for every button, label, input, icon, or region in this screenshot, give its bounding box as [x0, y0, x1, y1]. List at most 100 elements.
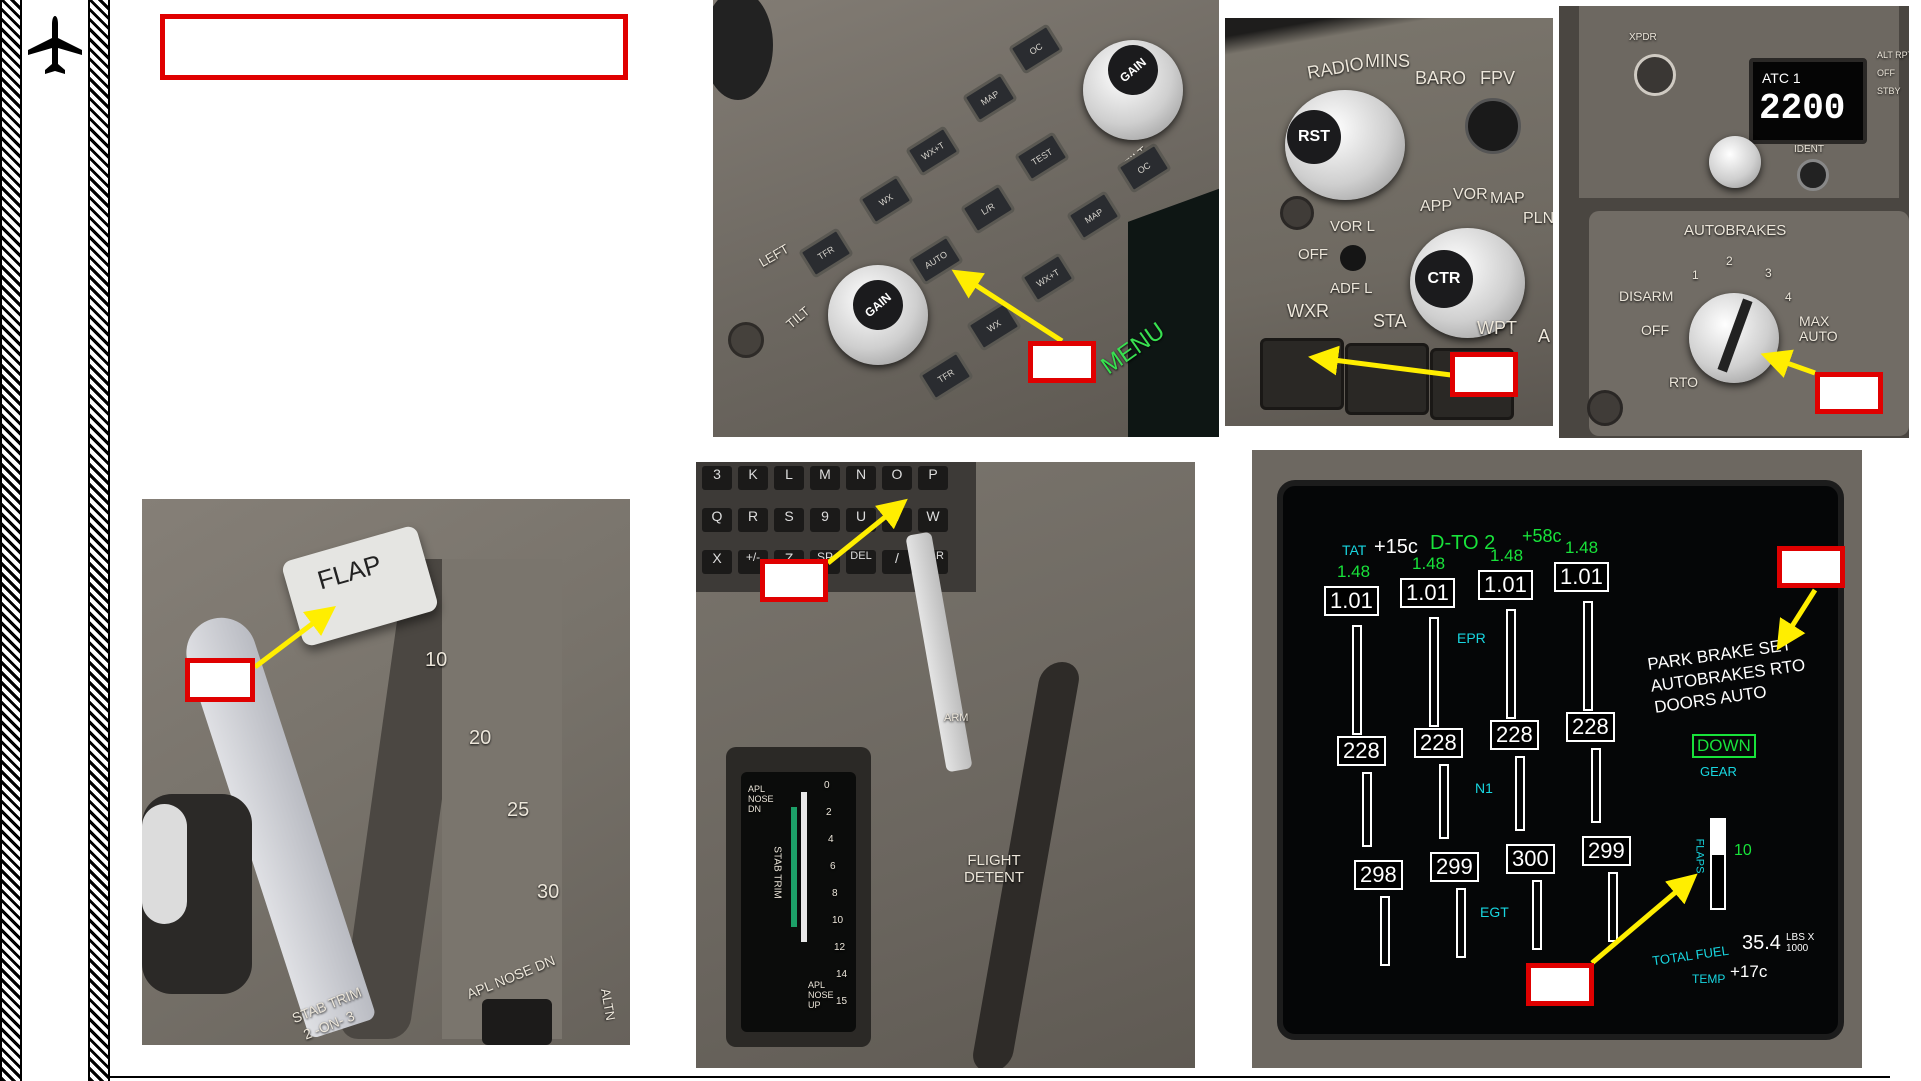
- speedbrake-arm-label: ARM: [944, 712, 969, 724]
- efis-mins-label: MINS: [1365, 51, 1410, 71]
- radar-button-oc-left[interactable]: OC: [1008, 23, 1064, 75]
- cdu-key[interactable]: U: [846, 508, 876, 532]
- radar-button-tfr-right[interactable]: TFR: [918, 350, 974, 402]
- speedbrake-panel-photo: 3 K L M N O P Q R S 9 U V W X +/- Z SP D…: [696, 462, 1195, 1068]
- radar-button-wxt-left[interactable]: WX+T: [905, 125, 961, 177]
- gear-label: GEAR: [1700, 764, 1737, 779]
- xpdr-switch[interactable]: [1634, 54, 1676, 96]
- radar-button-oc-right[interactable]: OC: [1116, 142, 1172, 194]
- flaps-indicator: [1710, 818, 1726, 910]
- eicas-mode: D-TO 2: [1430, 532, 1496, 554]
- epr-value-1: 1.01: [1324, 586, 1379, 616]
- cdu-key[interactable]: M: [810, 466, 840, 490]
- egt-value-4: 299: [1582, 836, 1631, 866]
- stab-scale-14: 14: [836, 969, 848, 980]
- radar-button-test[interactable]: TEST: [1014, 131, 1070, 183]
- bottom-rule: [110, 1076, 1890, 1078]
- efis-off-label: OFF: [1298, 246, 1328, 263]
- epr-bar-2: [1429, 617, 1439, 727]
- efis-wxr-button[interactable]: [1260, 338, 1344, 410]
- cdu-key[interactable]: P: [918, 466, 948, 490]
- callout-eicas-status: [1777, 546, 1845, 588]
- apl-nose-up-ind-label: APL NOSE UP: [808, 980, 834, 1010]
- efis-rst-button[interactable]: RST: [1287, 110, 1341, 164]
- radar-button-wxt-right[interactable]: WX+T: [1020, 252, 1076, 304]
- ident-button[interactable]: [1797, 159, 1829, 191]
- left-hatch-border: [0, 0, 22, 1081]
- radar-button-map-left[interactable]: MAP: [962, 72, 1018, 124]
- efis-fpv-button[interactable]: [1465, 98, 1521, 154]
- callout-flap-lever: [185, 658, 255, 702]
- cdu-key[interactable]: W: [918, 508, 948, 532]
- cdu-key[interactable]: DEL: [846, 550, 876, 574]
- epr-value-4: 1.01: [1554, 562, 1609, 592]
- xpdr-side-alt-rptg: ALT RPTG: [1877, 50, 1909, 60]
- autobrake-pos-3: 3: [1765, 266, 1772, 280]
- efis-map-label: MAP: [1490, 190, 1525, 207]
- autobrake-pos-4: 4: [1785, 290, 1792, 304]
- flap-detent-30: 30: [537, 881, 560, 903]
- stab-scale-0: 0: [824, 780, 830, 791]
- efis-radio-label: RADIO: [1305, 53, 1366, 83]
- xpdr-code-knob[interactable]: [1709, 136, 1761, 188]
- right-hatch-border: [88, 0, 110, 1081]
- cdu-key[interactable]: L: [774, 466, 804, 490]
- cdu-key[interactable]: N: [846, 466, 876, 490]
- cdu-key[interactable]: K: [738, 466, 768, 490]
- radar-button-lr[interactable]: L/R: [960, 183, 1016, 235]
- n1-label: N1: [1475, 780, 1493, 796]
- epr-bar-3: [1506, 609, 1516, 719]
- stab-trim-green-band: [791, 807, 797, 927]
- cdu-key[interactable]: O: [882, 466, 912, 490]
- autobrake-screw: [1587, 390, 1623, 426]
- efis-vor-adf-switch[interactable]: [1340, 245, 1366, 271]
- cdu-key[interactable]: Q: [702, 508, 732, 532]
- autobrake-pos-disarm: DISARM: [1619, 288, 1674, 304]
- efis-ctr-button[interactable]: CTR: [1415, 250, 1473, 308]
- radar-button-wx-right[interactable]: WX: [966, 300, 1022, 352]
- radar-button-tfr-left[interactable]: TFR: [798, 227, 854, 279]
- callout-autobrake-knob: [1815, 372, 1883, 414]
- cdu-key[interactable]: S: [774, 508, 804, 532]
- stab-trim-switches[interactable]: [482, 999, 552, 1045]
- n1-bar-4: [1591, 748, 1601, 823]
- egt-bar-4: [1608, 872, 1618, 942]
- efis-sta-button[interactable]: [1345, 343, 1429, 415]
- temp-value: +17c: [1730, 962, 1768, 981]
- radar-button-wx-left[interactable]: WX: [858, 174, 914, 226]
- altn-label: ALTN: [597, 987, 619, 1022]
- cdu-key[interactable]: 9: [810, 508, 840, 532]
- radar-button-auto[interactable]: AUTO: [908, 234, 964, 286]
- efis-wxr-label: WXR: [1287, 301, 1329, 321]
- flap-lever-panel-photo: 10 20 25 30 FLAP STAB TRIM 2 -ON- 3 APL …: [142, 499, 630, 1045]
- throttle-grip-highlight: [142, 804, 187, 924]
- n1-bar-3: [1515, 756, 1525, 831]
- autobrake-pos-max-auto: MAX AUTO: [1799, 313, 1838, 344]
- cdu-key[interactable]: R: [738, 508, 768, 532]
- epr-ref-3: 1.48: [1490, 546, 1524, 565]
- xpdr-label: XPDR: [1629, 32, 1657, 43]
- egt-bar-3: [1532, 880, 1542, 950]
- egt-value-3: 300: [1506, 844, 1555, 874]
- n1-value-3: 228: [1490, 720, 1539, 750]
- efis-sta-label: STA: [1373, 311, 1407, 331]
- cdu-key[interactable]: 3: [702, 466, 732, 490]
- epr-ref-2: 1.48: [1412, 554, 1446, 573]
- xpdr-side-off: OFF: [1877, 68, 1895, 78]
- callout-flaps-indicator: [1526, 963, 1594, 1006]
- epr-bar-1: [1352, 625, 1362, 735]
- efis-vor-label: VOR: [1453, 186, 1488, 203]
- cdu-key[interactable]: X: [702, 550, 732, 574]
- temp-label: TEMP: [1692, 972, 1726, 986]
- title-box: [160, 14, 628, 80]
- egt-bar-2: [1456, 888, 1466, 958]
- gear-state: DOWN: [1692, 734, 1756, 758]
- stab-scale-10: 10: [832, 915, 844, 926]
- efis-wpt-label: WPT: [1477, 318, 1517, 338]
- efis-screw: [1280, 196, 1314, 230]
- stab-scale-15: 15: [836, 996, 848, 1007]
- stab-trim-needle: [801, 792, 807, 942]
- radar-button-map-right[interactable]: MAP: [1066, 190, 1122, 242]
- egt-value-1: 298: [1354, 860, 1403, 890]
- cdu-key[interactable]: V: [882, 508, 912, 532]
